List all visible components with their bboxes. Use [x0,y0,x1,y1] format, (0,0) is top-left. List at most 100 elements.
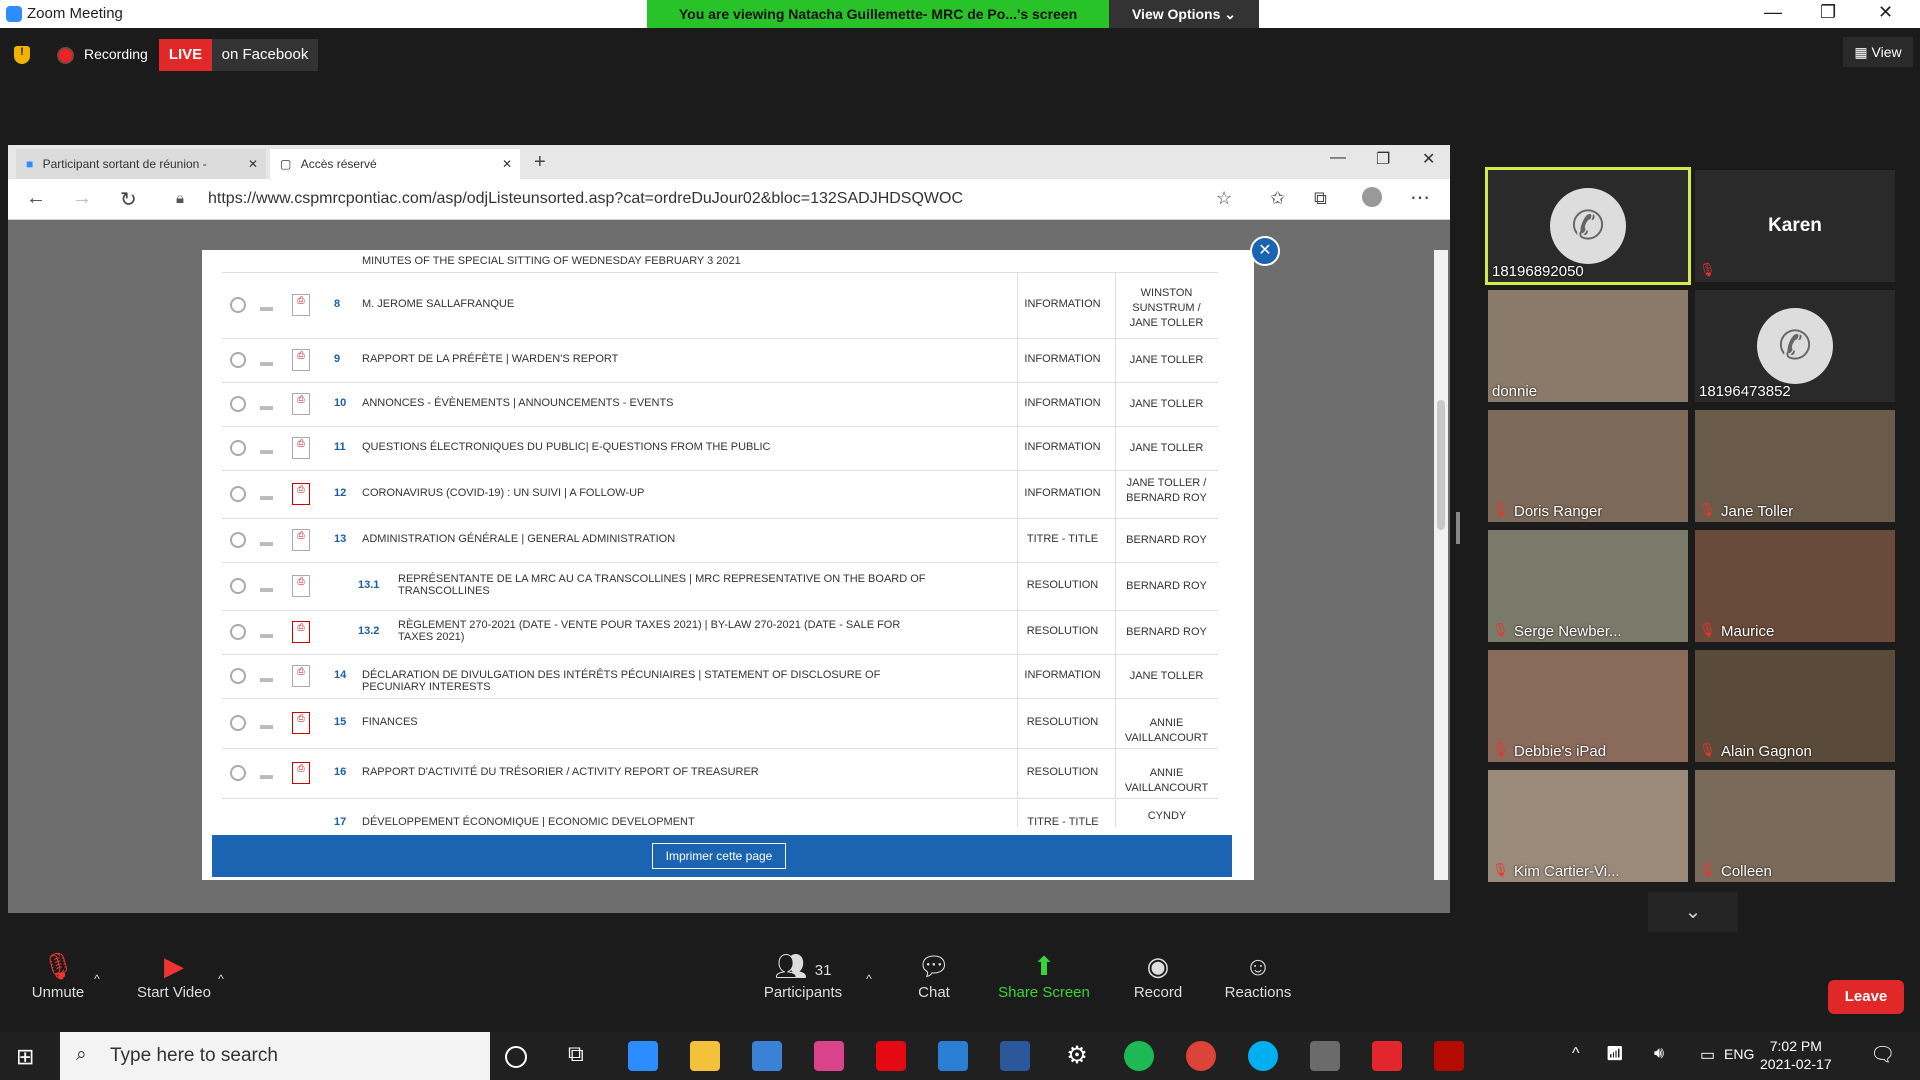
taskbar-search-input[interactable]: ⌕ Type here to search [60,1032,490,1080]
comment-icon[interactable]: ▬ [260,670,273,685]
more-icon[interactable]: ⋯ [1410,185,1430,210]
recording-label[interactable]: Recording [84,46,148,62]
participant-tile[interactable]: 🎙︎ Debbie's iPad [1488,650,1688,762]
back-icon[interactable]: ← [26,187,46,210]
delete-ban-icon[interactable] [230,297,246,313]
participants-caret-icon[interactable]: ^ [862,972,876,986]
participant-tile[interactable]: ✆ 18196473852 [1695,290,1895,402]
comment-icon[interactable]: ▬ [260,299,273,314]
delete-ban-icon[interactable] [230,765,246,781]
item-title[interactable]: M. JEROME SALLAFRANQUE [362,298,912,310]
favorites-list-icon[interactable]: ✩ [1270,188,1285,209]
delete-ban-icon[interactable] [230,440,246,456]
delete-ban-icon[interactable] [230,352,246,368]
comment-icon[interactable]: ▬ [260,488,273,503]
participants-button[interactable]: 👥︎ 31 Participants [758,948,848,1001]
participant-tile[interactable]: 🎙︎ Doris Ranger [1488,410,1688,522]
comment-icon[interactable]: ▬ [260,442,273,457]
task-view-icon[interactable]: ⧉ [568,1041,598,1071]
participant-tile[interactable]: 🎙︎ Maurice [1695,530,1895,642]
gallery-next-icon[interactable]: ⌄ [1648,892,1738,932]
item-title[interactable]: RAPPORT D'ACTIVITÉ DU TRÉSORIER / ACTIVI… [362,766,912,778]
pdf-icon[interactable]: ⎙ [292,762,310,784]
leave-button[interactable]: Leave [1828,980,1904,1014]
comment-icon[interactable]: ▬ [260,580,273,595]
cortana-icon[interactable] [505,1046,527,1068]
tab-acces-reserve[interactable]: ▢ Accès réservé ✕ [270,149,520,179]
unmute-button[interactable]: 🎙︎ Unmute [26,948,90,1001]
pdf-icon[interactable]: ⎙ [292,575,310,597]
participant-tile[interactable]: donnie [1488,290,1688,402]
print-page-button[interactable]: Imprimer cette page [652,843,786,869]
comment-icon[interactable]: ▬ [260,717,273,732]
pdf-icon[interactable]: ⎙ [292,437,310,459]
browser-restore-icon[interactable]: ❐ [1376,149,1390,169]
chrome-icon[interactable] [1186,1041,1216,1071]
comment-icon[interactable]: ▬ [260,626,273,641]
item-title[interactable]: ANNONCES - ÉVÈNEMENTS | ANNOUNCEMENTS - … [362,397,912,409]
item-title[interactable]: FINANCES [362,716,912,728]
security-shield-icon[interactable]: ! [14,46,30,64]
comment-icon[interactable]: ▬ [260,398,273,413]
participant-tile[interactable]: Karen 🎙︎ [1695,170,1895,282]
word-icon[interactable] [1000,1041,1030,1071]
windows-start-icon[interactable]: ⊞ [16,1044,34,1070]
browser-close-icon[interactable]: ✕ [1422,149,1435,169]
spotify-icon[interactable] [1124,1041,1154,1071]
participant-tile[interactable]: ✆ 18196892050 [1485,167,1691,285]
item-title[interactable]: DÉCLARATION DE DIVULGATION DES INTÉRÊTS … [362,669,912,693]
live-on-facebook-label[interactable]: on Facebook [212,39,318,71]
language-indicator[interactable]: ENG [1724,1046,1754,1062]
delete-ban-icon[interactable] [230,578,246,594]
pdf-icon[interactable]: ⎙ [292,665,310,687]
lock-icon[interactable]: 🔒︎ [176,190,184,207]
item-title[interactable]: ADMINISTRATION GÉNÉRALE | GENERAL ADMINI… [362,533,912,545]
store-icon[interactable] [752,1041,782,1071]
collections-icon[interactable]: ⧉ [1314,188,1327,209]
photos-icon[interactable] [814,1041,844,1071]
participant-tile[interactable]: 🎙︎ Serge Newber... [1488,530,1688,642]
restore-icon[interactable]: ❐ [1820,2,1836,23]
view-layout-button[interactable]: ▦ View [1843,37,1913,67]
participant-tile[interactable]: 🎙︎ Jane Toller [1695,410,1895,522]
participant-tile[interactable]: 🎙︎ Colleen [1695,770,1895,882]
item-title[interactable]: RÈGLEMENT 270-2021 (DATE - VENTE POUR TA… [398,619,938,643]
close-icon[interactable]: ✕ [1878,2,1893,23]
file-explorer-icon[interactable] [690,1041,720,1071]
view-options-button[interactable]: View Options ⌄ [1109,0,1259,28]
pdf-icon[interactable]: ⎙ [292,294,310,316]
participant-tile[interactable]: 🎙︎ Kim Cartier-Vi... [1488,770,1688,882]
pdf-icon[interactable]: ⎙ [292,529,310,551]
network-icon[interactable]: 📶︎ [1606,1045,1624,1062]
tray-overflow-icon[interactable]: ^ [1572,1045,1580,1063]
modal-close-icon[interactable]: ✕ [1250,236,1280,266]
item-title[interactable]: CORONAVIRUS (COVID-19) : UN SUIVI | A FO… [362,487,912,499]
url-field[interactable]: https://www.cspmrcpontiac.com/asp/odjLis… [208,190,963,208]
pdf-icon[interactable]: ⎙ [292,621,310,643]
delete-ban-icon[interactable] [230,668,246,684]
mail-icon[interactable] [938,1041,968,1071]
netflix-icon[interactable] [876,1041,906,1071]
delete-ban-icon[interactable] [230,396,246,412]
app-icon[interactable] [1372,1041,1402,1071]
start-video-button[interactable]: ▶︎ Start Video [132,948,216,1001]
zoom-taskbar-icon[interactable] [628,1041,658,1071]
comment-icon[interactable]: ▬ [260,354,273,369]
live-badge[interactable]: LIVE [159,39,212,71]
item-title[interactable]: QUESTIONS ÉLECTRONIQUES DU PUBLIC| E-QUE… [362,441,912,453]
tab-close-icon[interactable]: ✕ [248,149,258,179]
reactions-button[interactable]: ☺ Reactions [1222,948,1294,1001]
favorite-icon[interactable]: ☆ [1216,188,1232,209]
refresh-icon[interactable]: ↻ [120,187,137,212]
new-tab-icon[interactable]: + [534,151,546,174]
audio-options-caret-icon[interactable]: ^ [90,972,104,986]
panel-resize-handle[interactable] [1456,512,1460,544]
pdf-icon[interactable]: ⎙ [292,393,310,415]
forward-icon[interactable]: → [72,187,92,210]
item-title[interactable]: REPRÉSENTANTE DE LA MRC AU CA TRANSCOLLI… [398,573,938,597]
calculator-icon[interactable] [1310,1041,1340,1071]
settings-gear-icon[interactable]: ⚙ [1062,1041,1092,1071]
battery-icon[interactable]: ▭ [1700,1045,1715,1065]
participant-tile[interactable]: 🎙︎ Alain Gagnon [1695,650,1895,762]
modal-scrollbar[interactable] [1434,250,1448,880]
